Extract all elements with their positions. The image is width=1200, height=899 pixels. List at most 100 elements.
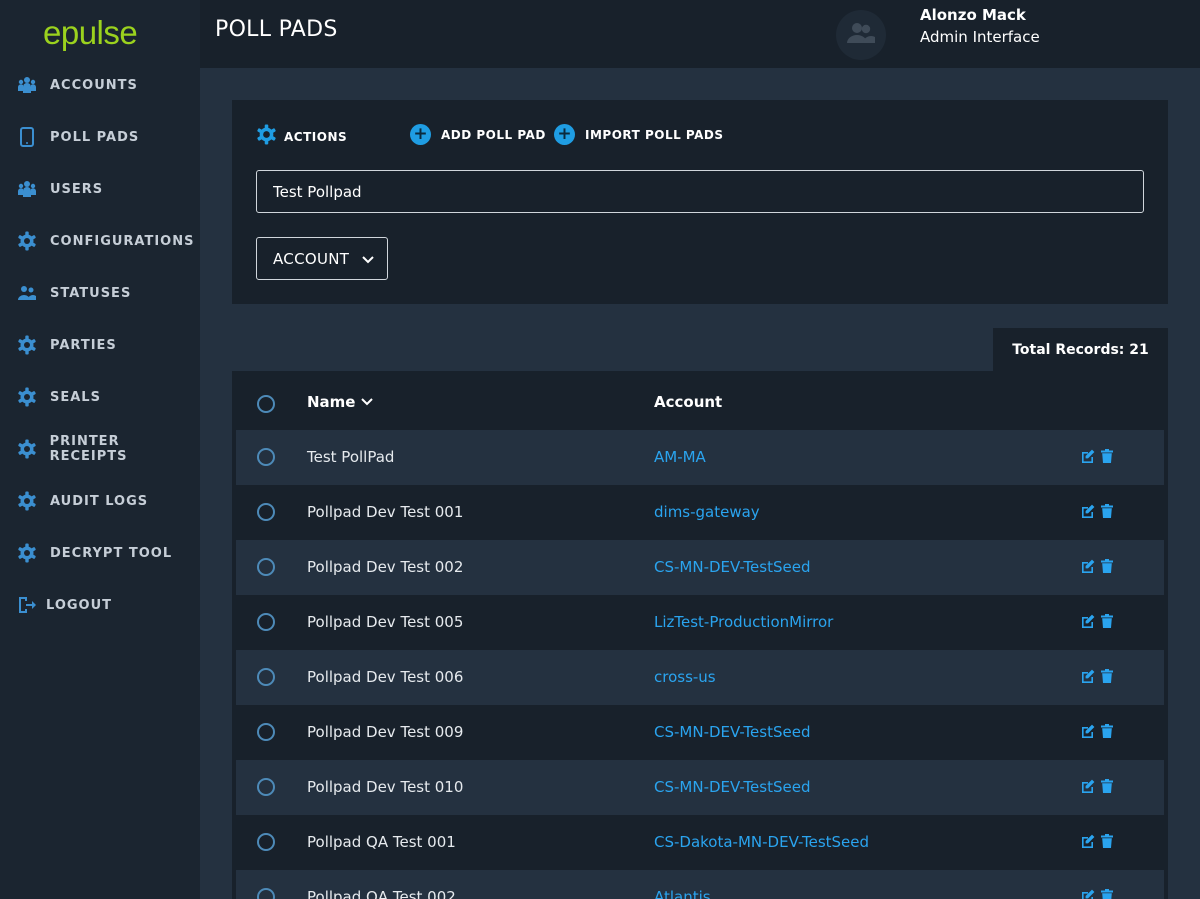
search-input[interactable] bbox=[256, 170, 1144, 213]
edit-icon[interactable] bbox=[1081, 779, 1095, 793]
gear-icon bbox=[16, 230, 38, 252]
row-select-radio[interactable] bbox=[257, 503, 275, 521]
actions-button[interactable]: ACTIONS bbox=[256, 124, 347, 149]
row-select-radio[interactable] bbox=[257, 778, 275, 796]
trash-icon[interactable] bbox=[1101, 724, 1113, 738]
sidebar-item-seals[interactable]: SEALS bbox=[0, 371, 200, 423]
account-link[interactable]: Atlantis bbox=[654, 888, 711, 899]
sidebar-item-printer-receipts[interactable]: PRINTER RECEIPTS bbox=[0, 423, 200, 475]
sidebar: epulse ACCOUNTS POLL PADS USERS CONFIGUR… bbox=[0, 0, 200, 899]
user-avatar-icon bbox=[846, 22, 876, 48]
account-link[interactable]: AM-MA bbox=[654, 448, 706, 466]
edit-icon[interactable] bbox=[1081, 834, 1095, 848]
row-select-radio[interactable] bbox=[257, 668, 275, 686]
account-link[interactable]: CS-MN-DEV-TestSeed bbox=[654, 778, 810, 796]
table-row[interactable]: Test PollPad AM-MA bbox=[236, 430, 1164, 485]
account-link[interactable]: CS-MN-DEV-TestSeed bbox=[654, 723, 810, 741]
table-row[interactable]: Pollpad Dev Test 006 cross-us bbox=[236, 650, 1164, 705]
row-actions bbox=[1081, 834, 1113, 848]
poll-pad-name: Test PollPad bbox=[307, 448, 395, 466]
chevron-down-icon bbox=[361, 393, 373, 411]
edit-icon[interactable] bbox=[1081, 889, 1095, 899]
sidebar-item-statuses[interactable]: STATUSES bbox=[0, 267, 200, 319]
gear-icon bbox=[16, 438, 38, 460]
actions-label: ACTIONS bbox=[284, 129, 348, 144]
gear-icon bbox=[16, 334, 38, 356]
gear-icon bbox=[16, 542, 38, 564]
sidebar-item-label: CONFIGURATIONS bbox=[50, 233, 195, 249]
edit-icon[interactable] bbox=[1081, 559, 1095, 573]
sidebar-item-configurations[interactable]: CONFIGURATIONS bbox=[0, 215, 200, 267]
edit-icon[interactable] bbox=[1081, 669, 1095, 683]
trash-icon[interactable] bbox=[1101, 669, 1113, 683]
row-select-radio[interactable] bbox=[257, 613, 275, 631]
sidebar-item-users[interactable]: USERS bbox=[0, 163, 200, 215]
trash-icon[interactable] bbox=[1101, 504, 1113, 518]
user-role: Admin Interface bbox=[920, 28, 1040, 46]
poll-pad-name: Pollpad Dev Test 009 bbox=[307, 723, 464, 741]
add-poll-pad-button[interactable]: + ADD POLL PAD bbox=[410, 124, 546, 145]
account-filter-dropdown[interactable]: ACCOUNT bbox=[256, 237, 388, 280]
row-select-radio[interactable] bbox=[257, 558, 275, 576]
table-row[interactable]: Pollpad Dev Test 010 CS-MN-DEV-TestSeed bbox=[236, 760, 1164, 815]
people-icon bbox=[16, 282, 38, 304]
sidebar-item-parties[interactable]: PARTIES bbox=[0, 319, 200, 371]
select-all-radio[interactable] bbox=[257, 395, 275, 413]
sidebar-item-label: SEALS bbox=[50, 389, 101, 405]
tablet-icon bbox=[16, 126, 38, 148]
poll-pad-name: Pollpad Dev Test 002 bbox=[307, 558, 464, 576]
account-link[interactable]: dims-gateway bbox=[654, 503, 760, 521]
sidebar-item-logout[interactable]: LOGOUT bbox=[0, 579, 200, 631]
sidebar-item-accounts[interactable]: ACCOUNTS bbox=[0, 59, 200, 111]
poll-pad-name: Pollpad QA Test 002 bbox=[307, 888, 456, 899]
poll-pad-name: Pollpad Dev Test 005 bbox=[307, 613, 464, 631]
edit-icon[interactable] bbox=[1081, 614, 1095, 628]
account-link[interactable]: cross-us bbox=[654, 668, 716, 686]
table-row[interactable]: Pollpad QA Test 001 CS-Dakota-MN-DEV-Tes… bbox=[236, 815, 1164, 870]
account-link[interactable]: LizTest-ProductionMirror bbox=[654, 613, 833, 631]
epulse-logo[interactable]: epulse bbox=[43, 14, 138, 52]
account-link[interactable]: CS-Dakota-MN-DEV-TestSeed bbox=[654, 833, 869, 851]
poll-pad-name: Pollpad Dev Test 010 bbox=[307, 778, 464, 796]
account-link[interactable]: CS-MN-DEV-TestSeed bbox=[654, 558, 810, 576]
row-actions bbox=[1081, 889, 1113, 899]
sidebar-item-label: DECRYPT TOOL bbox=[50, 545, 173, 561]
table-row[interactable]: Pollpad Dev Test 001 dims-gateway bbox=[236, 485, 1164, 540]
account-column-header[interactable]: Account bbox=[654, 393, 722, 411]
logout-icon bbox=[16, 594, 38, 616]
sidebar-item-label: LOGOUT bbox=[46, 597, 113, 613]
row-select-radio[interactable] bbox=[257, 723, 275, 741]
sidebar-item-label: PARTIES bbox=[50, 337, 117, 353]
actions-panel: ACTIONS + ADD POLL PAD + IMPORT POLL PAD… bbox=[232, 100, 1168, 304]
row-select-radio[interactable] bbox=[257, 888, 275, 899]
table-row[interactable]: Pollpad QA Test 002 Atlantis bbox=[236, 870, 1164, 899]
trash-icon[interactable] bbox=[1101, 889, 1113, 899]
sidebar-item-poll-pads[interactable]: POLL PADS bbox=[0, 111, 200, 163]
add-poll-pad-label: ADD POLL PAD bbox=[441, 127, 546, 142]
name-header-label: Name bbox=[307, 393, 356, 411]
row-actions bbox=[1081, 724, 1113, 738]
sidebar-nav: ACCOUNTS POLL PADS USERS CONFIGURATIONS … bbox=[0, 59, 200, 631]
table-row[interactable]: Pollpad Dev Test 005 LizTest-ProductionM… bbox=[236, 595, 1164, 650]
import-poll-pads-button[interactable]: + IMPORT POLL PADS bbox=[554, 124, 724, 145]
table-row[interactable]: Pollpad Dev Test 002 CS-MN-DEV-TestSeed bbox=[236, 540, 1164, 595]
sidebar-item-decrypt-tool[interactable]: DECRYPT TOOL bbox=[0, 527, 200, 579]
edit-icon[interactable] bbox=[1081, 724, 1095, 738]
user-name: Alonzo Mack bbox=[920, 6, 1026, 24]
row-select-radio[interactable] bbox=[257, 448, 275, 466]
sidebar-item-audit-logs[interactable]: AUDIT LOGS bbox=[0, 475, 200, 527]
sidebar-item-label: ACCOUNTS bbox=[50, 77, 138, 93]
trash-icon[interactable] bbox=[1101, 614, 1113, 628]
table-row[interactable]: Pollpad Dev Test 009 CS-MN-DEV-TestSeed bbox=[236, 705, 1164, 760]
row-select-radio[interactable] bbox=[257, 833, 275, 851]
name-column-header[interactable]: Name bbox=[307, 393, 373, 411]
edit-icon[interactable] bbox=[1081, 449, 1095, 463]
trash-icon[interactable] bbox=[1101, 834, 1113, 848]
trash-icon[interactable] bbox=[1101, 779, 1113, 793]
avatar[interactable] bbox=[836, 10, 886, 60]
edit-icon[interactable] bbox=[1081, 504, 1095, 518]
import-poll-pads-label: IMPORT POLL PADS bbox=[585, 127, 724, 142]
trash-icon[interactable] bbox=[1101, 449, 1113, 463]
table-header: Name Account bbox=[232, 371, 1168, 430]
trash-icon[interactable] bbox=[1101, 559, 1113, 573]
